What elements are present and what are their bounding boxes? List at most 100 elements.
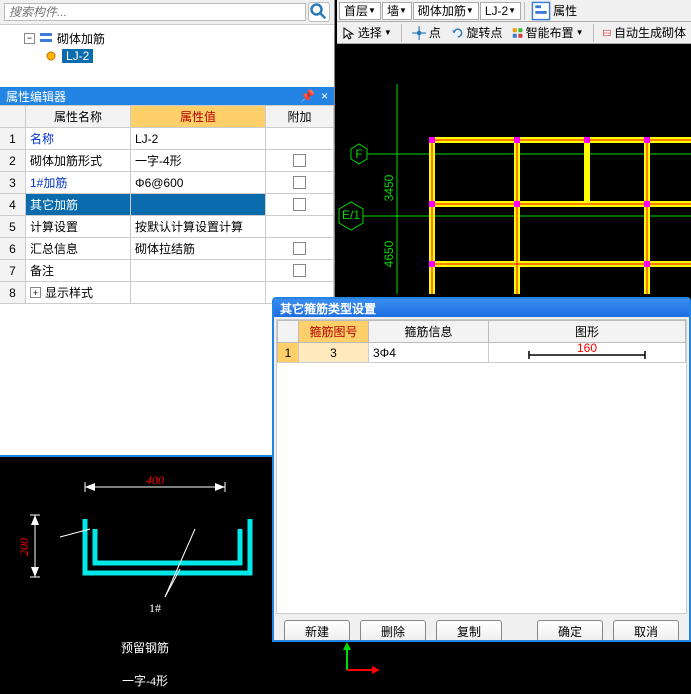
prop-value-cell[interactable] xyxy=(131,194,266,216)
smart-icon xyxy=(512,23,523,43)
auto-gen-icon xyxy=(602,23,612,43)
item-select[interactable]: LJ-2 ▼ xyxy=(480,2,521,20)
dlg-col-rownum xyxy=(277,320,299,343)
tree-root-label: 砌体加筋 xyxy=(57,30,105,47)
dim-width: 400 xyxy=(146,473,164,487)
prop-rownum: 5 xyxy=(0,216,26,238)
auto-generate-button[interactable]: 自动生成砌体 xyxy=(599,23,689,43)
category-select[interactable]: 墙 ▼ xyxy=(382,2,412,20)
prop-row[interactable]: 7备注 xyxy=(0,260,334,282)
dialog-footer: 新建 删除 复制 确定 取消 xyxy=(274,616,689,642)
search-button[interactable] xyxy=(308,2,330,22)
close-icon[interactable]: × xyxy=(321,89,328,103)
ok-button[interactable]: 确定 xyxy=(537,620,603,642)
checkbox[interactable] xyxy=(293,154,306,167)
prop-add-cell[interactable] xyxy=(266,128,334,150)
prop-add-cell[interactable] xyxy=(266,194,334,216)
prop-row[interactable]: 6汇总信息砌体拉结筋 xyxy=(0,238,334,260)
cancel-button[interactable]: 取消 xyxy=(613,620,679,642)
prop-rownum: 3 xyxy=(0,172,26,194)
delete-button[interactable]: 删除 xyxy=(360,620,426,642)
prop-value-cell[interactable]: 一字-4形 xyxy=(131,150,266,172)
stirrup-shape-icon: 160 xyxy=(527,343,647,359)
prop-name-cell[interactable]: 1#加筋 xyxy=(26,172,131,194)
prop-name-cell[interactable]: 备注 xyxy=(26,260,131,282)
prop-value-cell[interactable] xyxy=(131,260,266,282)
prop-value-cell[interactable] xyxy=(131,282,266,304)
point-button[interactable]: 点 xyxy=(408,23,444,43)
prop-add-cell[interactable] xyxy=(266,150,334,172)
prop-rownum: 1 xyxy=(0,128,26,150)
shape-dim: 160 xyxy=(577,343,597,355)
prop-col-value: 属性值 xyxy=(131,106,266,128)
property-editor-titlebar: 属性编辑器 📌 × xyxy=(0,87,334,105)
dialog-title: 其它箍筋类型设置 xyxy=(280,302,376,316)
prop-name-cell[interactable]: 砌体加筋形式 xyxy=(26,150,131,172)
type-select[interactable]: 砌体加筋 ▼ xyxy=(413,2,479,20)
preview-title2: 一字-4形 xyxy=(122,673,168,688)
prop-add-cell[interactable] xyxy=(266,260,334,282)
pin-icon[interactable]: 📌 xyxy=(300,89,315,103)
prop-row[interactable]: 2砌体加筋形式一字-4形 xyxy=(0,150,334,172)
checkbox[interactable] xyxy=(293,242,306,255)
properties-button[interactable]: 属性 xyxy=(528,1,580,21)
property-editor-title: 属性编辑器 xyxy=(6,88,66,105)
prop-add-cell[interactable] xyxy=(266,172,334,194)
checkbox[interactable] xyxy=(293,198,306,211)
checkbox[interactable] xyxy=(293,176,306,189)
tree-root-row[interactable]: − 砌体加筋 xyxy=(24,29,330,47)
prop-add-cell[interactable] xyxy=(266,216,334,238)
prop-row[interactable]: 31#加筋Φ6@600 xyxy=(0,172,334,194)
checkbox[interactable] xyxy=(293,264,306,277)
prop-name-cell[interactable]: 汇总信息 xyxy=(26,238,131,260)
axis-e1-label: E/1 xyxy=(342,208,360,222)
prop-value-cell[interactable]: 按默认计算设置计算 xyxy=(131,216,266,238)
rotate-point-button[interactable]: 旋转点 xyxy=(448,23,506,43)
prop-value-cell[interactable]: LJ-2 xyxy=(131,128,266,150)
dim-height: 200 xyxy=(17,538,31,556)
prop-name-cell[interactable]: 其它加筋 xyxy=(26,194,131,216)
search-input[interactable] xyxy=(4,3,306,21)
axis-indicator xyxy=(337,640,397,680)
new-button[interactable]: 新建 xyxy=(284,620,350,642)
prop-rownum: 4 xyxy=(0,194,26,216)
cursor-icon xyxy=(342,23,356,43)
dlg-shape-cell[interactable]: 160 xyxy=(489,343,686,363)
prop-name-cell[interactable]: +显示样式 xyxy=(26,282,131,304)
tree-child-label: LJ-2 xyxy=(62,49,93,63)
prop-col-add: 附加 xyxy=(266,106,334,128)
prop-value-cell[interactable]: Φ6@600 xyxy=(131,172,266,194)
property-grid: 属性名称 属性值 附加 1名称LJ-22砌体加筋形式一字-4形31#加筋Φ6@6… xyxy=(0,105,334,304)
search-icon xyxy=(309,2,329,22)
component-tree[interactable]: − 砌体加筋 LJ-2 xyxy=(0,25,334,87)
dialog-titlebar[interactable]: 其它箍筋类型设置 xyxy=(274,299,689,317)
prop-row[interactable]: 5计算设置按默认计算设置计算 xyxy=(0,216,334,238)
layer-select[interactable]: 首层 ▼ xyxy=(339,2,381,20)
expand-icon[interactable]: + xyxy=(30,287,41,298)
properties-icon xyxy=(531,1,551,21)
top-toolbar: 首层 ▼ 墙 ▼ 砌体加筋 ▼ LJ-2 ▼ 属性 xyxy=(337,0,691,22)
prop-row[interactable]: 4其它加筋 xyxy=(0,194,334,216)
component-icon xyxy=(44,49,58,63)
tree-child-row[interactable]: LJ-2 xyxy=(44,47,330,65)
dlg-id-cell[interactable]: 3 xyxy=(299,343,369,363)
dlg-row-1[interactable]: 1 3 3Φ4 160 xyxy=(277,343,686,363)
search-row xyxy=(0,0,334,25)
point-icon xyxy=(411,23,427,43)
tree-collapse-icon[interactable]: − xyxy=(24,33,35,44)
prop-name-cell[interactable]: 计算设置 xyxy=(26,216,131,238)
copy-button[interactable]: 复制 xyxy=(436,620,502,642)
dlg-col-id: 箍筋图号 xyxy=(299,320,369,343)
other-stirrup-dialog: 其它箍筋类型设置 箍筋图号 箍筋信息 图形 1 3 3Φ4 160 xyxy=(272,297,691,642)
dlg-col-shape: 图形 xyxy=(489,320,686,343)
prop-row[interactable]: 1名称LJ-2 xyxy=(0,128,334,150)
select-button[interactable]: 选择▼ xyxy=(339,23,395,43)
dlg-info-cell[interactable]: 3Φ4 xyxy=(369,343,489,363)
prop-name-cell[interactable]: 名称 xyxy=(26,128,131,150)
prop-rownum: 2 xyxy=(0,150,26,172)
prop-add-cell[interactable] xyxy=(266,238,334,260)
prop-col-name: 属性名称 xyxy=(26,106,131,128)
smart-layout-button[interactable]: 智能布置▼ xyxy=(509,23,586,43)
prop-value-cell[interactable]: 砌体拉结筋 xyxy=(131,238,266,260)
prop-rownum: 8 xyxy=(0,282,26,304)
